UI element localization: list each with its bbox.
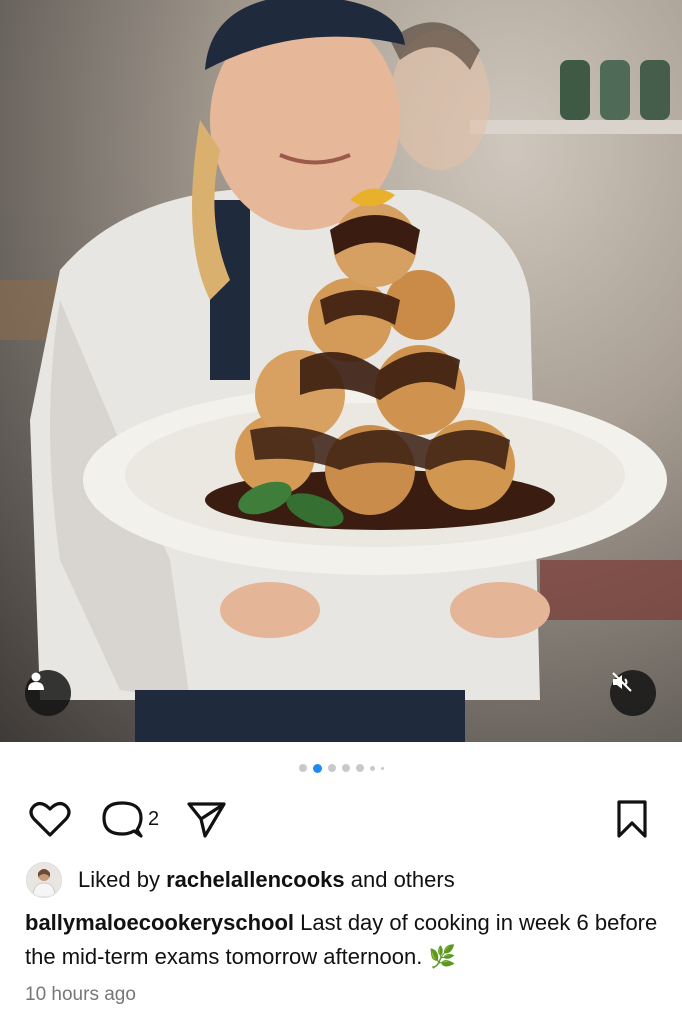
carousel-dot <box>380 766 384 770</box>
post-photo[interactable] <box>0 0 682 742</box>
photo-illustration <box>0 0 682 742</box>
tagged-users-button[interactable] <box>25 670 71 716</box>
carousel-dot <box>341 764 350 772</box>
send-icon <box>187 802 226 838</box>
comment-icon <box>102 801 143 838</box>
speaker-muted-icon <box>612 672 632 692</box>
carousel-dot-active <box>312 763 322 773</box>
heart-icon <box>29 802 71 837</box>
carousel-indicator <box>0 762 682 774</box>
carousel-dot <box>327 764 336 772</box>
mute-button[interactable] <box>610 670 656 716</box>
likes-prefix: Liked by <box>78 867 160 892</box>
comment-button[interactable] <box>100 798 144 840</box>
liker-username[interactable]: rachelallencooks <box>166 867 345 893</box>
caption-username[interactable]: ballymaloecookeryschool <box>25 910 294 935</box>
save-button[interactable] <box>610 798 654 840</box>
caption-emoji: 🌿 <box>428 944 456 969</box>
carousel-dot <box>298 764 307 772</box>
likes-summary[interactable]: Liked by rachelallencooks and others <box>26 862 455 898</box>
post-timestamp: 10 hours ago <box>25 984 136 1005</box>
avatar-image <box>32 869 56 897</box>
post-caption: ballymaloecookeryschool Last day of cook… <box>25 906 665 974</box>
bookmark-icon <box>617 800 647 838</box>
person-icon <box>28 672 44 690</box>
post-actions-bar: 2 <box>0 796 682 842</box>
carousel-dot <box>369 765 375 771</box>
likes-suffix[interactable]: and others <box>351 867 455 893</box>
liker-avatar[interactable] <box>26 862 62 898</box>
like-button[interactable] <box>28 798 72 840</box>
share-button[interactable] <box>184 798 228 840</box>
comment-count: 2 <box>148 808 160 830</box>
carousel-dot <box>355 764 364 772</box>
